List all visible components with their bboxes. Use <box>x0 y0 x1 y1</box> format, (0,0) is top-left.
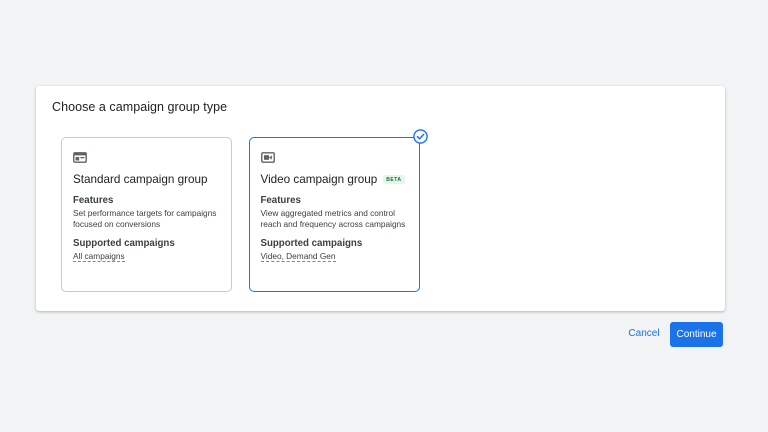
features-text: Set performance targets for campaigns fo… <box>73 208 217 229</box>
card-title: Standard campaign group <box>73 173 208 186</box>
continue-button[interactable]: Continue <box>670 322 723 347</box>
features-text: View aggregated metrics and control reac… <box>260 208 406 229</box>
campaign-window-icon <box>73 152 87 163</box>
beta-badge: BETA <box>383 174 405 184</box>
supported-campaigns-label: Supported campaigns <box>260 238 363 249</box>
campaign-group-type-panel: Choose a campaign group type Standard ca… <box>36 86 725 311</box>
features-label: Features <box>73 195 114 206</box>
card-title-row: Standard campaign group <box>73 173 208 186</box>
supported-campaigns-label: Supported campaigns <box>73 238 175 249</box>
features-label: Features <box>260 195 301 206</box>
video-campaign-group-card[interactable]: Video campaign group BETA Features View … <box>249 137 420 292</box>
standard-campaign-group-card[interactable]: Standard campaign group Features Set per… <box>61 137 232 292</box>
panel-title: Choose a campaign group type <box>52 100 228 114</box>
supported-campaigns-value[interactable]: All campaigns <box>73 251 125 262</box>
card-title-row: Video campaign group BETA <box>261 173 405 186</box>
supported-campaigns-value[interactable]: Video, Demand Gen <box>260 251 336 262</box>
video-camera-icon <box>260 151 275 163</box>
selected-check-icon <box>413 129 428 144</box>
card-title: Video campaign group <box>260 172 378 186</box>
cancel-button[interactable]: Cancel <box>622 322 666 346</box>
